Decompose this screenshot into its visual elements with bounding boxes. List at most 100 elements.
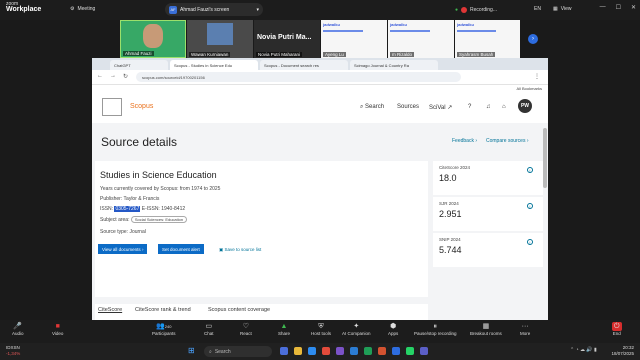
help-icon[interactable]: ?	[468, 104, 471, 110]
elsevier-logo-icon	[102, 98, 122, 116]
system-clock[interactable]: 20:32 18/07/2025	[611, 345, 634, 357]
stock-widget[interactable]: IDXSN -1,34%	[6, 345, 20, 357]
share-button[interactable]: ▲ Share	[278, 322, 290, 336]
reload-icon[interactable]: ↻	[123, 73, 128, 80]
bookmarks-bar: All Bookmarks	[92, 85, 548, 93]
teams-icon[interactable]	[420, 347, 428, 355]
recording-status[interactable]: ● Recording...	[455, 3, 525, 16]
tab-content-coverage[interactable]: Scopus content coverage	[208, 307, 270, 313]
nav-search[interactable]: ⌕ Search	[360, 104, 384, 111]
info-icon[interactable]: i	[527, 239, 533, 245]
ai-companion-button[interactable]: ✦ AI Companion	[342, 322, 371, 336]
chat-icon: ▭	[205, 323, 213, 330]
scopus-header: Scopus ⌕ Search Sources SciVal ↗ ? ♫ ⌂ P…	[92, 93, 548, 123]
minimize-icon[interactable]: —	[600, 4, 606, 11]
breakout-rooms-button[interactable]: ▦ Breakout rooms	[470, 322, 502, 336]
meeting-menu[interactable]: ⚙ Meeting	[70, 6, 95, 12]
whatsapp-icon[interactable]	[406, 347, 414, 355]
person-video	[207, 23, 233, 45]
video-tile[interactable]: Novia Putri Ma... Novia Putri Maharani	[254, 20, 320, 58]
shield-icon: ⛨	[318, 323, 324, 330]
maximize-icon[interactable]: ☐	[616, 4, 621, 11]
close-icon[interactable]: ✕	[631, 4, 636, 11]
video-button[interactable]: ■ Video	[52, 322, 63, 336]
video-tile[interactable]: Wawan Kurniawan	[187, 20, 253, 58]
strip-next-button[interactable]: ›	[528, 34, 538, 44]
powerpoint-icon[interactable]	[378, 347, 386, 355]
record-icon	[461, 6, 468, 13]
search-icon: ⌕	[209, 348, 212, 355]
language-button[interactable]: EN	[534, 6, 541, 12]
video-tile[interactable]: jadwalku m Rizaldo	[388, 20, 454, 58]
browser-window: ChatGPT Scopus - Studies in Science Edu …	[92, 58, 548, 320]
zoom-toolbar: 🎤 Audio ■ Video 👥240 Participants ▭ Chat ♡ Re…	[0, 320, 640, 343]
tab-rank-trend[interactable]: CiteScore rank & trend	[135, 307, 191, 313]
compare-sources-link[interactable]: Compare sources ›	[486, 138, 529, 144]
video-tile[interactable]: jadwalku Ayeng Lu	[321, 20, 387, 58]
scopus-logo[interactable]: Scopus	[130, 103, 153, 110]
pause-icon: ⏸	[433, 323, 438, 330]
snip-card: SNIP 2024 5.744 i	[433, 233, 543, 267]
gear-icon: ⚙	[70, 6, 75, 12]
end-button[interactable]: ⏻ End	[612, 322, 622, 336]
pause-recording-button[interactable]: ⏸ Pause/stop recording	[414, 322, 457, 336]
system-tray-icons[interactable]: ⌃ ◔ ☁ 🔊 ▮	[570, 347, 597, 353]
excel-icon[interactable]	[364, 347, 372, 355]
share-icon: ▲	[280, 323, 288, 330]
browser-tab[interactable]: Scimago Journal & Country Ra	[350, 60, 438, 70]
zoom-logo: zoom Workplace	[6, 1, 42, 14]
info-icon[interactable]: i	[527, 167, 533, 173]
tab-citescore[interactable]: CiteScore	[98, 307, 122, 313]
forward-icon[interactable]: →	[110, 73, 116, 80]
menu-icon[interactable]: ⋮	[534, 73, 540, 80]
zoom-icon[interactable]	[392, 347, 400, 355]
end-icon: ⏻	[612, 322, 622, 331]
back-icon[interactable]: ←	[97, 73, 103, 80]
source-type: Source type: Journal	[100, 229, 146, 235]
view-all-documents-button[interactable]: View all documents ›	[98, 244, 148, 254]
taskbar-search[interactable]: ⌕ Search	[204, 346, 272, 357]
feedback-link[interactable]: Feedback ›	[452, 138, 477, 144]
publisher-text: Publisher: Taylor & Francis	[100, 196, 160, 202]
chat-button[interactable]: ▭ Chat	[204, 322, 214, 336]
apps-icon: ⬢	[390, 323, 397, 330]
view-button[interactable]: ▦ View	[553, 6, 571, 12]
browser-tab[interactable]: ChatGPT	[110, 60, 168, 70]
taskview-icon[interactable]	[280, 347, 288, 355]
scrollbar[interactable]	[543, 128, 547, 188]
nav-sources[interactable]: Sources	[397, 104, 419, 110]
bell-icon[interactable]: ♫	[486, 104, 491, 110]
camera-off-icon: ■	[55, 323, 60, 330]
nav-scival[interactable]: SciVal ↗	[429, 104, 452, 111]
edge-icon[interactable]	[308, 347, 316, 355]
mic-muted-icon: 🎤	[13, 323, 23, 330]
all-bookmarks[interactable]: All Bookmarks	[516, 86, 542, 91]
react-button[interactable]: ♡ React	[240, 322, 252, 336]
audio-button[interactable]: 🎤 Audio	[12, 322, 24, 336]
apps-button[interactable]: ⬢ Apps	[388, 322, 398, 336]
participants-button[interactable]: 👥240 Participants	[152, 322, 176, 336]
more-button[interactable]: ··· More	[520, 322, 530, 336]
app-icon[interactable]	[336, 347, 344, 355]
word-icon[interactable]	[350, 347, 358, 355]
video-tile[interactable]: Ahmad Fauzi	[120, 20, 186, 58]
save-source-link[interactable]: ▣ Save to source list	[219, 247, 261, 253]
participants-icon: 👥240	[156, 323, 172, 330]
institution-icon[interactable]: ⌂	[502, 104, 506, 110]
set-alert-button[interactable]: Set document alert	[158, 244, 204, 254]
browser-tab-active[interactable]: Scopus - Studies in Science Edu	[170, 60, 258, 70]
browser-tab[interactable]: Scopus - Document search res	[260, 60, 348, 70]
url-input[interactable]: scopus.com/sourceid/19700201156	[136, 72, 461, 82]
issn-value[interactable]: 0305-7267	[114, 206, 141, 212]
screen-share-indicator[interactable]: AF Ahmad Fauzi's screen ▾	[165, 3, 263, 16]
windows-start-icon[interactable]: ⊞	[188, 346, 195, 355]
info-icon[interactable]: i	[527, 203, 533, 209]
host-tools-button[interactable]: ⛨ Host tools	[311, 322, 331, 336]
explorer-icon[interactable]	[294, 347, 302, 355]
video-tile[interactable]: jadwalku Syahrasm Busah	[455, 20, 520, 58]
sjr-card: SJR 2024 2.951 i	[433, 197, 543, 231]
chrome-icon[interactable]	[322, 347, 330, 355]
avatar[interactable]: PW	[518, 99, 532, 113]
chevron-down-icon: ▾	[256, 6, 259, 13]
subject-tag[interactable]: Social Sciences: Education	[130, 216, 188, 223]
